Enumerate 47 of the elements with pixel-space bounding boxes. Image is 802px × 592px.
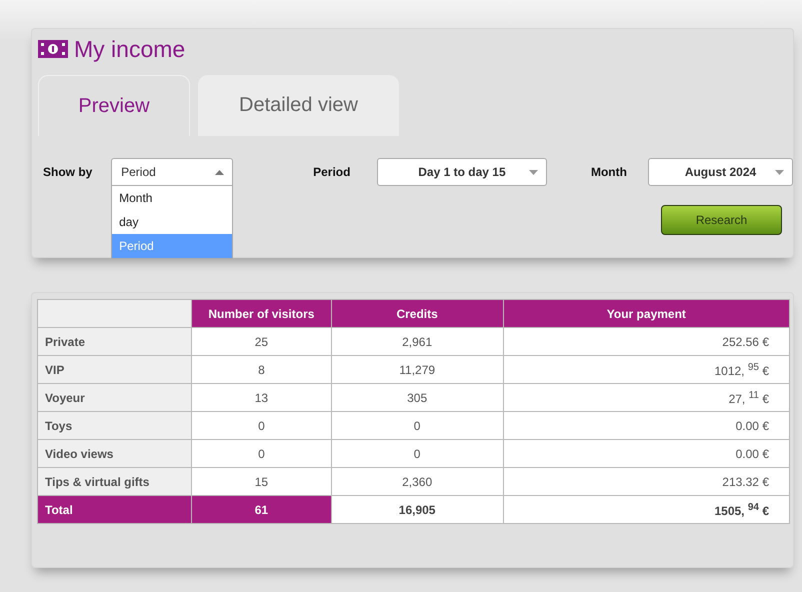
filter-label: Show by bbox=[43, 164, 94, 179]
row-label: Private bbox=[38, 328, 192, 356]
table-cell: 1012, $^{95}$ € bbox=[503, 356, 790, 384]
dropdown[interactable]: Day 1 to day 15 bbox=[376, 158, 547, 186]
table-cell: 213.32 € bbox=[503, 468, 790, 496]
row-label: Toys bbox=[38, 412, 192, 440]
banknote-icon bbox=[38, 40, 68, 58]
tab[interactable]: Detailed view bbox=[198, 75, 399, 136]
research-button[interactable]: Research bbox=[661, 205, 782, 235]
table-cell: 0.00 € bbox=[503, 440, 790, 468]
table-cell: 2,961 bbox=[331, 328, 504, 356]
filter-label: Month bbox=[590, 164, 628, 179]
table-cell: 61 bbox=[192, 496, 332, 524]
table-cell: 0.00 € bbox=[503, 412, 790, 440]
dropdown-option[interactable]: day bbox=[112, 210, 232, 234]
table-cell: 0 bbox=[331, 412, 504, 440]
page-title: My income bbox=[74, 36, 186, 62]
table-cell: 25 bbox=[192, 328, 332, 356]
table-cell: 0 bbox=[192, 440, 332, 468]
table-cell: 13 bbox=[192, 384, 332, 412]
filter-label: Period bbox=[313, 164, 352, 179]
table-cell: 16,905 bbox=[331, 496, 504, 524]
row-label: Video views bbox=[38, 440, 192, 468]
column-header: Your payment bbox=[503, 300, 790, 328]
table-cell: 1505, $^{94}$ € bbox=[503, 496, 790, 524]
row-label: Tips & virtual gifts bbox=[38, 468, 192, 496]
table-cell: 11,279 bbox=[331, 356, 504, 384]
table-cell: 15 bbox=[192, 468, 332, 496]
table-cell: 2,360 bbox=[331, 468, 504, 496]
tab[interactable]: Preview bbox=[38, 75, 190, 136]
row-label: Voyeur bbox=[38, 384, 192, 412]
caret-icon bbox=[528, 170, 538, 175]
table-cell: 305 bbox=[331, 384, 504, 412]
table-cell: 8 bbox=[192, 356, 332, 384]
row-label: VIP bbox=[38, 356, 192, 384]
row-label: Total bbox=[38, 496, 192, 524]
table-cell: 0 bbox=[192, 412, 332, 440]
caret-icon bbox=[775, 170, 784, 175]
column-header: Credits bbox=[331, 300, 504, 328]
dropdown[interactable]: August 2024 bbox=[648, 158, 793, 186]
table-cell: 252.56 € bbox=[503, 328, 790, 356]
dropdown-option[interactable]: Month bbox=[112, 186, 232, 210]
caret-icon bbox=[215, 170, 224, 175]
table-cell: 0 bbox=[331, 440, 504, 468]
dropdown[interactable]: Period bbox=[111, 158, 234, 186]
column-header: Number of visitors bbox=[192, 300, 332, 328]
table-cell: 27, $^{11}$ € bbox=[503, 384, 790, 412]
